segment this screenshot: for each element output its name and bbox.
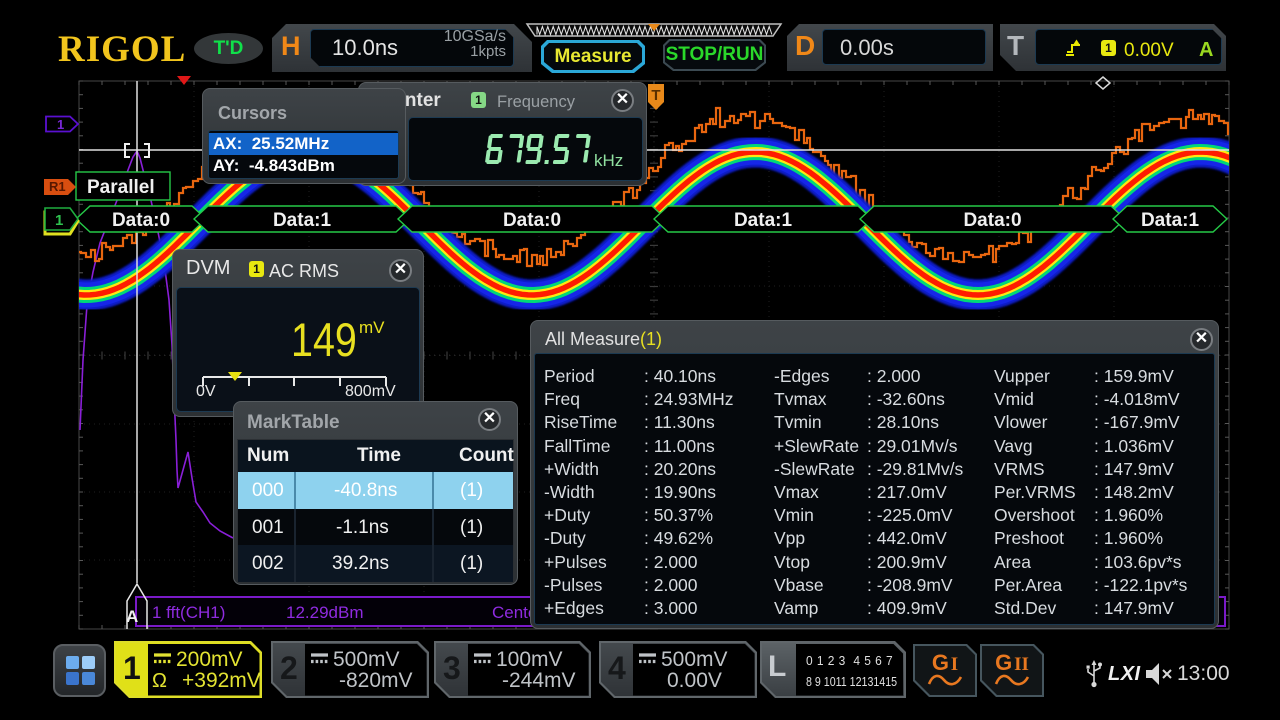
svg-text:Data:1: Data:1 [1141,210,1200,231]
svg-text:Data:0: Data:0 [112,210,170,231]
svg-text:1: 1 [55,212,63,229]
svg-text:T: T [651,87,660,104]
svg-text:1: 1 [57,117,64,132]
svg-text:12.29dBm: 12.29dBm [286,603,364,622]
svg-text:Data:1: Data:1 [273,210,332,231]
svg-text:Data:0: Data:0 [503,210,561,231]
svg-text:1 fft(CH1): 1 fft(CH1) [152,603,225,622]
svg-text:R1: R1 [49,179,66,194]
svg-text:Data:0: Data:0 [963,210,1021,231]
svg-text:A: A [126,607,138,626]
svg-text:Parallel: Parallel [87,177,155,198]
svg-text:Data:1: Data:1 [734,210,793,231]
